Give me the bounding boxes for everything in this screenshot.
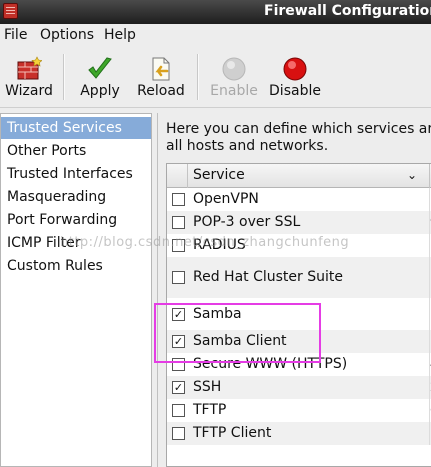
sidebar-item-trusted-services[interactable]: Trusted Services (1, 117, 151, 139)
firewall-icon (3, 3, 18, 19)
service-name: TFTP (193, 402, 227, 418)
main-pane: Here you can define which services are t… (157, 113, 431, 467)
enable-label: Enable (210, 83, 258, 99)
enable-button[interactable]: Enable (208, 46, 260, 106)
wizard-button[interactable]: Wizard (2, 46, 56, 106)
service-name: POP-3 over SSL (193, 214, 301, 230)
table-row[interactable]: ✓SSH2 (167, 376, 431, 399)
checkmark-icon (88, 57, 112, 79)
disable-button[interactable]: Disable (266, 46, 324, 106)
menu-bar: File Options Help (0, 24, 431, 46)
sidebar-item-trusted-interfaces[interactable]: Trusted Interfaces (1, 163, 151, 185)
table-header: Service ⌄ (167, 164, 431, 188)
highlight-box (154, 303, 321, 363)
service-name: Red Hat Cluster Suite (193, 269, 343, 285)
wizard-label: Wizard (5, 83, 53, 99)
disable-label: Disable (269, 83, 321, 99)
apply-button[interactable]: Apply (74, 46, 126, 106)
reload-button[interactable]: Reload (134, 46, 188, 106)
table-row[interactable]: OpenVPN1 (167, 188, 431, 211)
reload-icon (152, 57, 170, 81)
service-checkbox[interactable] (172, 404, 185, 417)
menu-file[interactable]: File (4, 27, 27, 43)
table-row[interactable]: TFTP Client1 (167, 422, 431, 445)
table-row[interactable]: POP-3 over SSL9 (167, 211, 431, 234)
enable-icon (222, 57, 246, 81)
disable-icon (283, 57, 307, 81)
toolbar-separator (197, 54, 199, 100)
window-title: Firewall Configuration (264, 3, 431, 19)
menu-options[interactable]: Options (40, 27, 94, 43)
service-name: TFTP Client (193, 425, 272, 441)
title-bar: Firewall Configuration (0, 0, 431, 24)
apply-label: Apply (80, 83, 120, 99)
reload-label: Reload (137, 83, 185, 99)
service-checkbox[interactable] (172, 427, 185, 440)
column-divider (429, 164, 430, 188)
table-row[interactable]: TFTP6 (167, 399, 431, 422)
service-name: OpenVPN (193, 191, 259, 207)
column-header-service[interactable]: Service (193, 167, 245, 183)
description-line: Here you can define which services are t… (166, 121, 431, 137)
chevron-down-icon[interactable]: ⌄ (407, 168, 417, 182)
sidebar-item-other-ports[interactable]: Other Ports (1, 140, 151, 162)
service-checkbox[interactable] (172, 193, 185, 206)
service-checkbox[interactable] (172, 271, 185, 284)
toolbar-separator (63, 54, 65, 100)
watermark: http://blog.csdn.net/csdn_zhangchunfeng (60, 235, 350, 250)
service-checkbox[interactable] (172, 216, 185, 229)
wizard-icon (17, 56, 42, 80)
toolbar: Wizard Apply Reload Enable Disable (0, 46, 431, 108)
column-divider (187, 164, 188, 188)
sidebar-item-masquerading[interactable]: Masquerading (1, 186, 151, 208)
menu-help[interactable]: Help (104, 27, 136, 43)
description: Here you can define which services are t… (166, 121, 431, 155)
table-row[interactable]: Red Hat Cluster Suite1 (167, 257, 431, 298)
service-name: SSH (193, 379, 222, 395)
sidebar-item-custom-rules[interactable]: Custom Rules (1, 255, 151, 277)
description-line: all hosts and networks. (166, 138, 329, 154)
service-checkbox[interactable]: ✓ (172, 381, 185, 394)
sidebar-item-port-forwarding[interactable]: Port Forwarding (1, 209, 151, 231)
sidebar: Trusted Services Other Ports Trusted Int… (0, 113, 152, 467)
